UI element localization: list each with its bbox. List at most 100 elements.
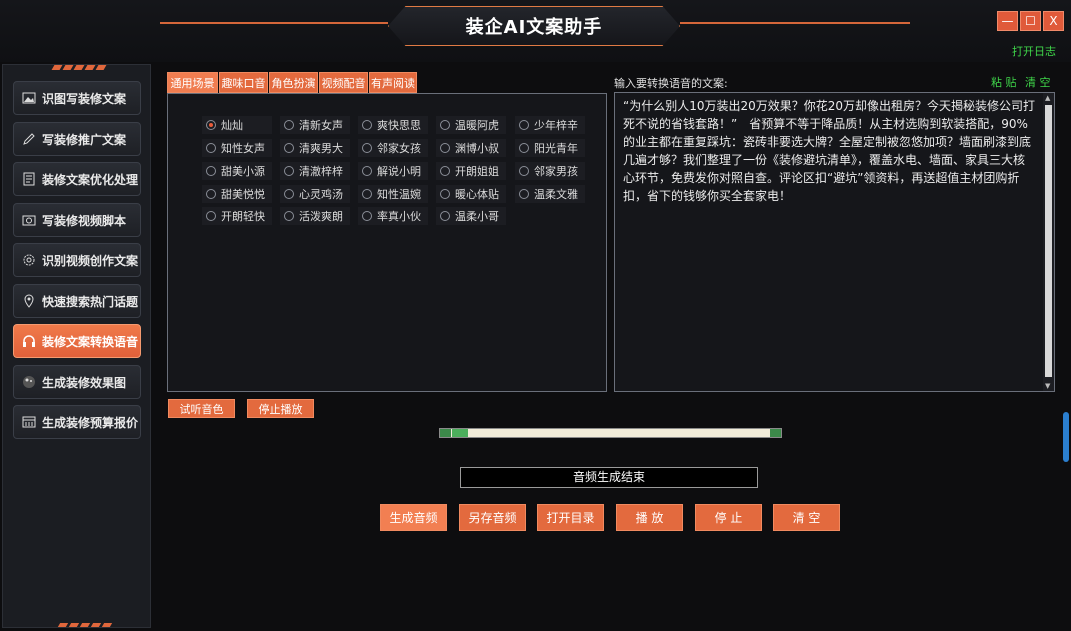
voice-label: 知性温婉 — [377, 188, 421, 201]
preview-voice-button[interactable]: 试听音色 — [168, 399, 235, 418]
voice-label: 少年梓辛 — [534, 119, 578, 132]
location-pin-icon — [24, 294, 34, 308]
radio-icon[interactable] — [206, 211, 216, 221]
radio-icon[interactable] — [206, 143, 216, 153]
copy-text-area[interactable]: “为什么别人10万装出20万效果？你花20万却像出租房？今天揭秘装修公司打死不说… — [614, 92, 1055, 392]
stop-button[interactable]: 停 止 — [695, 504, 762, 531]
sidebar-item-hot-topics[interactable]: 快速搜索热门话题 — [13, 284, 141, 318]
tab-fun-accent[interactable]: 趣味口音 — [219, 72, 268, 93]
sidebar-item-image-copy[interactable]: 识图写装修文案 — [13, 81, 141, 115]
close-button[interactable]: X — [1043, 11, 1064, 31]
radio-icon[interactable] — [519, 143, 529, 153]
voice-option[interactable]: 邻家男孩 — [515, 162, 585, 180]
radio-icon[interactable] — [206, 189, 216, 199]
sidebar-item-label: 生成装修预算报价 — [42, 415, 139, 430]
voice-panel: 灿灿 清新女声 爽快思思 温暖阿虎 少年梓辛知性女声 清爽男大 邻家女孩 渊博小叔 阳光青年甜美… — [167, 93, 607, 392]
radio-icon[interactable] — [519, 120, 529, 130]
voice-option[interactable]: 灿灿 — [202, 116, 272, 134]
paste-button[interactable]: 粘 贴 — [991, 74, 1017, 90]
generate-audio-button[interactable]: 生成音频 — [380, 504, 447, 531]
radio-icon[interactable] — [284, 143, 294, 153]
pen-icon — [23, 133, 35, 145]
radio-icon[interactable] — [362, 120, 372, 130]
voice-option[interactable]: 开朗姐姐 — [436, 162, 506, 180]
voice-option[interactable]: 渊博小叔 — [436, 139, 506, 157]
tab-general[interactable]: 通用场景 — [167, 72, 218, 93]
sidebar-item-render-image[interactable]: 生成装修效果图 — [13, 365, 141, 399]
save-audio-button[interactable]: 另存音频 — [459, 504, 526, 531]
text-area-scrollbar[interactable]: ▲ ▼ — [1043, 93, 1054, 391]
open-log-link[interactable]: 打开日志 — [1012, 43, 1056, 59]
radio-icon[interactable] — [284, 211, 294, 221]
radio-icon[interactable] — [519, 189, 529, 199]
radio-icon[interactable] — [284, 166, 294, 176]
sidebar-item-budget-quote[interactable]: 生成装修预算报价 — [13, 405, 141, 439]
headphones-icon — [23, 335, 35, 347]
voice-label: 清新女声 — [299, 119, 343, 132]
voice-option[interactable]: 开朗轻快 — [202, 207, 272, 225]
scroll-up-icon[interactable]: ▲ — [1045, 94, 1050, 102]
voice-option[interactable]: 温暖阿虎 — [436, 116, 506, 134]
radio-icon[interactable] — [206, 120, 216, 130]
sidebar-item-text-to-speech[interactable]: 装修文案转换语音 — [13, 324, 141, 358]
voice-option[interactable]: 清爽男大 — [280, 139, 350, 157]
play-button[interactable]: 播 放 — [616, 504, 683, 531]
status-box: 音频生成结束 — [460, 467, 758, 488]
maximize-button[interactable]: ☐ — [1020, 11, 1041, 31]
radio-icon[interactable] — [284, 120, 294, 130]
calculator-icon — [22, 416, 36, 428]
sidebar: 识图写装修文案 写装修推广文案 装修文案优化处理 写装修视频脚本 识别视频创作文… — [2, 64, 151, 628]
sidebar-item-video-script[interactable]: 写装修视频脚本 — [13, 203, 141, 237]
radio-icon[interactable] — [284, 189, 294, 199]
voice-option[interactable]: 阳光青年 — [515, 139, 585, 157]
radio-icon[interactable] — [206, 166, 216, 176]
slider-left-arrow[interactable] — [440, 429, 451, 437]
sidebar-item-copy-optimize[interactable]: 装修文案优化处理 — [13, 162, 141, 196]
voice-option[interactable]: 知性温婉 — [358, 185, 428, 203]
stop-playback-button[interactable]: 停止播放 — [247, 399, 314, 418]
slider-thumb[interactable] — [452, 429, 468, 437]
scroll-thumb[interactable] — [1045, 105, 1052, 377]
voice-option[interactable]: 心灵鸡汤 — [280, 185, 350, 203]
sidebar-item-promo-copy[interactable]: 写装修推广文案 — [13, 122, 141, 156]
voice-option[interactable]: 邻家女孩 — [358, 139, 428, 157]
voice-label: 温柔文雅 — [534, 188, 578, 201]
radio-icon[interactable] — [440, 189, 450, 199]
radio-icon[interactable] — [362, 189, 372, 199]
clear-button[interactable]: 清 空 — [773, 504, 840, 531]
voice-option[interactable]: 知性女声 — [202, 139, 272, 157]
tab-audiobook[interactable]: 有声阅读 — [369, 72, 417, 93]
window-scroll-indicator[interactable] — [1063, 412, 1069, 462]
audio-progress-slider[interactable] — [439, 428, 782, 438]
voice-option[interactable]: 活泼爽朗 — [280, 207, 350, 225]
voice-option[interactable]: 率真小伙 — [358, 207, 428, 225]
radio-icon[interactable] — [440, 120, 450, 130]
voice-option[interactable]: 甜美悦悦 — [202, 185, 272, 203]
radio-icon[interactable] — [362, 211, 372, 221]
radio-icon[interactable] — [362, 166, 372, 176]
sidebar-item-video-recognize[interactable]: 识别视频创作文案 — [13, 243, 141, 277]
voice-option[interactable]: 爽快思思 — [358, 116, 428, 134]
radio-icon[interactable] — [440, 143, 450, 153]
gear-icon — [23, 254, 35, 266]
voice-label: 灿灿 — [221, 119, 243, 132]
scroll-down-icon[interactable]: ▼ — [1045, 382, 1050, 390]
tab-role-play[interactable]: 角色扮演 — [269, 72, 318, 93]
radio-icon[interactable] — [440, 211, 450, 221]
voice-option[interactable]: 甜美小源 — [202, 162, 272, 180]
radio-icon[interactable] — [440, 166, 450, 176]
voice-option[interactable]: 少年梓辛 — [515, 116, 585, 134]
voice-option[interactable]: 温柔小哥 — [436, 207, 506, 225]
radio-icon[interactable] — [519, 166, 529, 176]
radio-icon[interactable] — [362, 143, 372, 153]
slider-right-arrow[interactable] — [770, 429, 781, 437]
voice-option[interactable]: 解说小明 — [358, 162, 428, 180]
open-directory-button[interactable]: 打开目录 — [537, 504, 604, 531]
voice-option[interactable]: 清澈梓梓 — [280, 162, 350, 180]
voice-option[interactable]: 温柔文雅 — [515, 185, 585, 203]
clear-text-button[interactable]: 清 空 — [1025, 74, 1051, 90]
voice-option[interactable]: 暖心体贴 — [436, 185, 506, 203]
tab-video-dubbing[interactable]: 视频配音 — [319, 72, 368, 93]
minimize-button[interactable]: — — [997, 11, 1018, 31]
voice-option[interactable]: 清新女声 — [280, 116, 350, 134]
